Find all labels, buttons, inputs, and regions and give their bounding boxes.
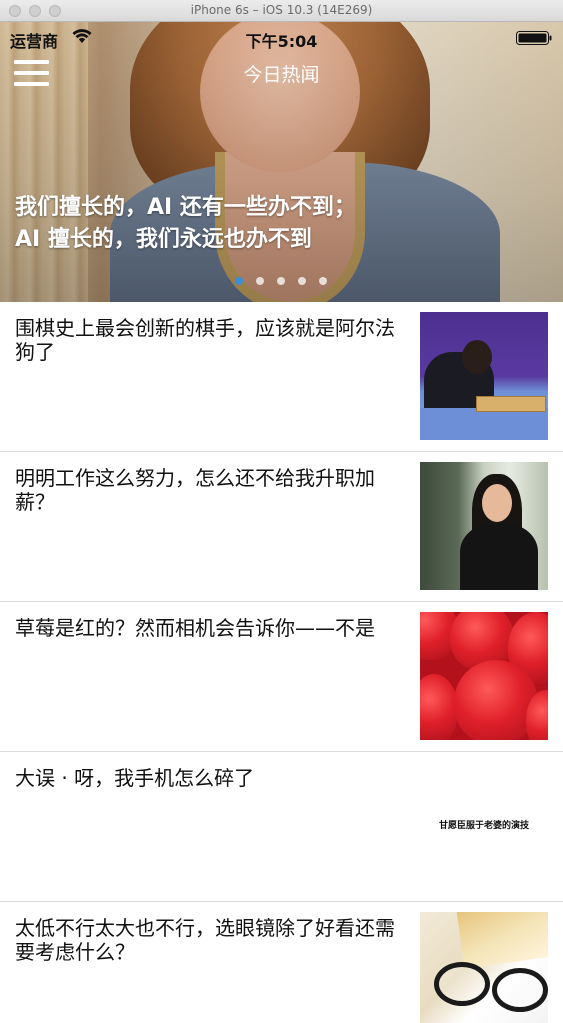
news-item[interactable]: 大误 · 呀，我手机怎么碎了 甘愿臣服于老婆的演技 [0, 752, 563, 902]
nav-title: 今日热闻 [243, 64, 320, 86]
news-item-title: 太低不行太大也不行，选眼镜除了好看还需要考虑什么？ [15, 916, 395, 964]
page-indicator-dot[interactable] [319, 277, 327, 285]
page-indicator-dot[interactable] [256, 277, 264, 285]
go-player-thumbnail [420, 312, 548, 440]
woman-office-thumbnail [420, 462, 548, 590]
simulator-window: iPhone 6s – iOS 10.3 (14E269) 运营商 下午5:04… [0, 0, 563, 1023]
news-item[interactable]: 围棋史上最会创新的棋手，应该就是阿尔法狗了 [0, 302, 563, 452]
text-card-thumbnail: 甘愿臣服于老婆的演技 [420, 762, 548, 890]
glasses-book-thumbnail [420, 912, 548, 1023]
news-item[interactable]: 明明工作这么努力，怎么还不给我升职加薪？ [0, 452, 563, 602]
banner-caption-line-2: AI 擅长的，我们永远也办不到 [15, 227, 312, 252]
news-item-title: 围棋史上最会创新的棋手，应该就是阿尔法狗了 [15, 316, 395, 364]
page-indicator-dot[interactable] [298, 277, 306, 285]
news-item[interactable]: 太低不行太大也不行，选眼镜除了好看还需要考虑什么？ [0, 902, 563, 1023]
banner-caption[interactable]: 我们擅长的，AI 还有一些办不到； AI 擅长的，我们永远也办不到 [15, 192, 435, 256]
strawberries-thumbnail [420, 612, 548, 740]
news-item[interactable]: 草莓是红的？然而相机会告诉你——不是 [0, 602, 563, 752]
page-indicator-dot[interactable] [277, 277, 285, 285]
banner-caption-line-1: 我们擅长的，AI 还有一些办不到； [15, 195, 356, 220]
window-titlebar: iPhone 6s – iOS 10.3 (14E269) [0, 0, 563, 22]
window-title: iPhone 6s – iOS 10.3 (14E269) [190, 3, 373, 17]
news-item-title: 草莓是红的？然而相机会告诉你——不是 [15, 616, 375, 640]
thumbnail-caption: 甘愿臣服于老婆的演技 [438, 821, 529, 831]
battery-icon [516, 31, 552, 45]
page-indicator-dot[interactable] [235, 277, 243, 285]
news-list: 围棋史上最会创新的棋手，应该就是阿尔法狗了 明明工作这么努力，怎么还不给我升职加… [0, 302, 563, 1023]
status-time: 下午5:04 [245, 32, 318, 51]
news-item-title: 明明工作这么努力，怎么还不给我升职加薪？ [15, 466, 375, 514]
news-item-title: 大误 · 呀，我手机怎么碎了 [15, 766, 255, 790]
